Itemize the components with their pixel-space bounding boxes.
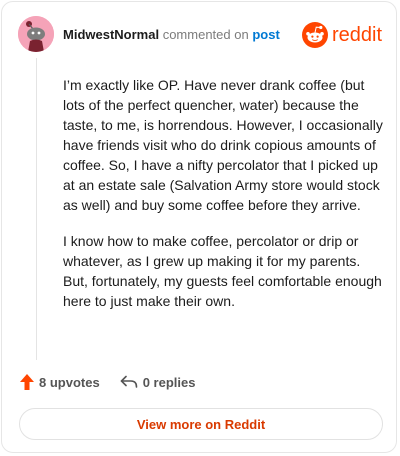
- upvote-arrow-icon: [20, 374, 34, 390]
- replies-button[interactable]: 0 replies: [120, 374, 196, 390]
- thread-line: [36, 58, 37, 360]
- view-more-button[interactable]: View more on Reddit: [19, 408, 383, 440]
- comment-paragraph: I know how to make coffee, percolator or…: [63, 233, 382, 309]
- snoo-avatar-icon: [18, 16, 54, 52]
- upvotes-count: 8 upvotes: [39, 374, 100, 390]
- username-link[interactable]: MidwestNormal: [63, 27, 159, 42]
- comment-paragraph: I’m exactly like OP. Have never drank co…: [63, 77, 383, 213]
- reddit-brand[interactable]: reddit: [301, 22, 382, 48]
- reddit-logo-icon: [301, 22, 328, 48]
- comment-card: MidwestNormal commented on post reddit I…: [1, 1, 397, 453]
- comment-stats: 8 upvotes 0 replies: [20, 374, 195, 390]
- replies-count: 0 replies: [142, 374, 196, 390]
- action-text: commented on: [162, 27, 249, 42]
- user-avatar[interactable]: [18, 16, 54, 52]
- upvotes-button[interactable]: 8 upvotes: [20, 374, 100, 390]
- post-link[interactable]: post: [252, 27, 279, 42]
- comment-header: MidwestNormal commented on post: [63, 27, 280, 42]
- reply-arrow-icon: [120, 375, 137, 388]
- reddit-wordmark: reddit: [331, 23, 382, 46]
- comment-body: I’m exactly like OP. Have never drank co…: [63, 75, 383, 327]
